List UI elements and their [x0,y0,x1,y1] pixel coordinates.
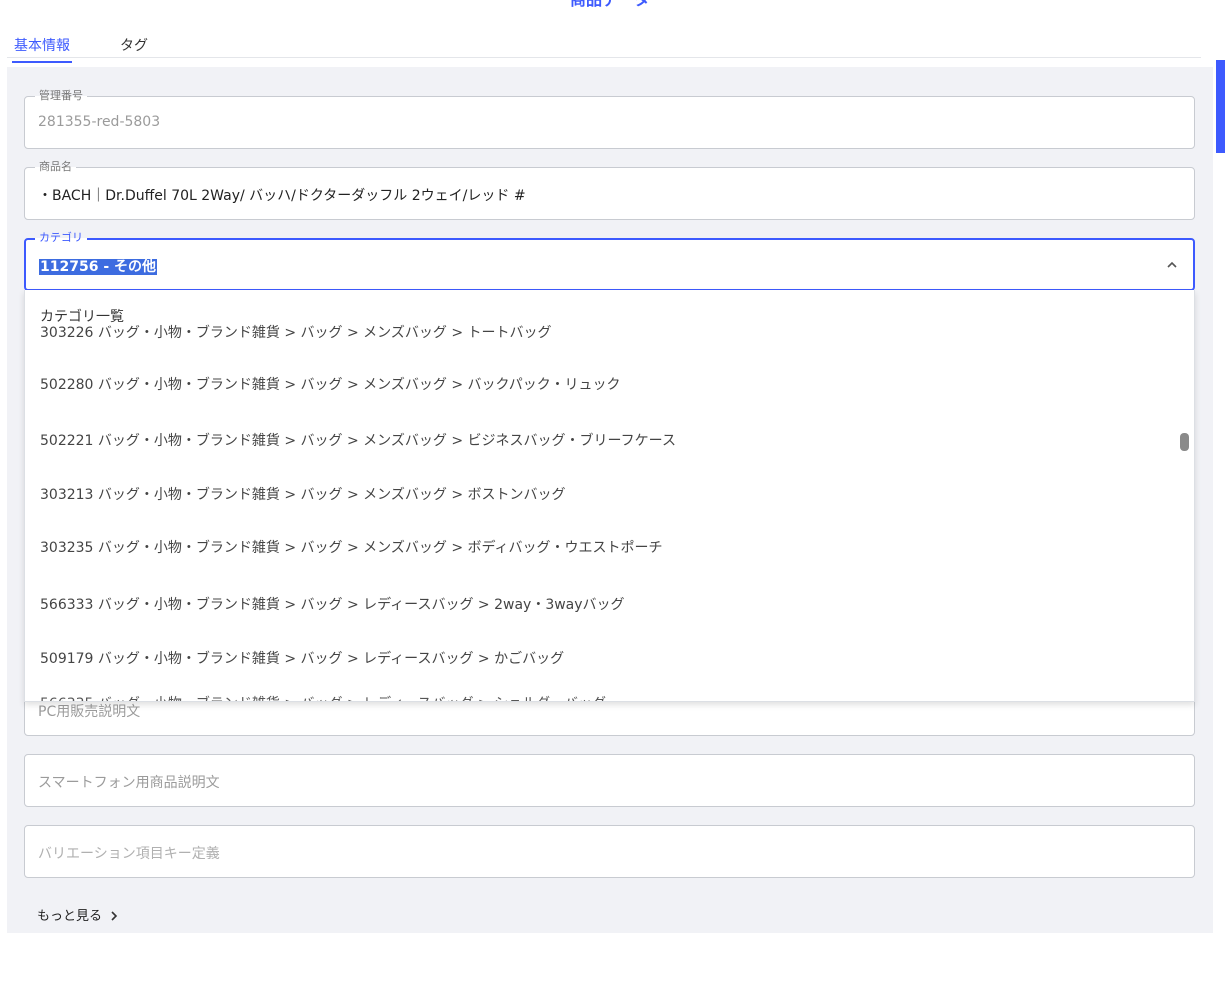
chevron-up-icon[interactable] [1167,260,1177,270]
category-label: カテゴリ [35,231,87,245]
chevron-right-icon [111,911,118,921]
category-option[interactable]: 502280 バッグ・小物・ブランド雑貨 > バッグ > メンズバッグ > バッ… [40,374,621,394]
category-dropdown[interactable]: カテゴリ一覧 303226 バッグ・小物・ブランド雑貨 > バッグ > メンズバ… [24,290,1195,702]
category-option[interactable]: 303226 バッグ・小物・ブランド雑貨 > バッグ > メンズバッグ > トー… [40,322,552,342]
category-select[interactable]: カテゴリ 112756 - その他 [24,231,1195,291]
category-option[interactable]: 303235 バッグ・小物・ブランド雑貨 > バッグ > メンズバッグ > ボデ… [40,537,663,557]
product-name-field[interactable]: 商品名 ・BACH｜Dr.Duffel 70L 2Way/ バッハ/ドクターダッ… [24,160,1195,220]
tab-bar: 基本情報 タグ [7,30,1201,63]
management-number-field[interactable]: 管理番号 281355-red-5803 [24,89,1195,149]
product-name-value: ・BACH｜Dr.Duffel 70L 2Way/ バッハ/ドクターダッフル 2… [38,188,526,204]
tab-basic-info[interactable]: 基本情報 [12,35,72,63]
pc-description-placeholder: PC用販売説明文 [38,704,141,720]
smartphone-description-placeholder: スマートフォン用商品説明文 [38,775,220,791]
more-link-label: もっと見る [37,909,103,924]
category-option[interactable]: 566333 バッグ・小物・ブランド雑貨 > バッグ > レディースバッグ > … [40,594,625,614]
category-option[interactable]: 303213 バッグ・小物・ブランド雑貨 > バッグ > メンズバッグ > ボス… [40,484,566,504]
dropdown-scrollbar-thumb[interactable] [1180,433,1189,451]
management-number-label: 管理番号 [35,89,87,103]
product-name-label: 商品名 [35,160,76,174]
management-number-value: 281355-red-5803 [38,114,161,130]
variation-key-field[interactable]: バリエーション項目キー定義 [24,825,1195,878]
category-value: 112756 - その他 [39,256,158,276]
smartphone-description-field[interactable]: スマートフォン用商品説明文 [24,754,1195,807]
tab-tags[interactable]: タグ [120,35,148,61]
category-selected-text: 112756 - その他 [39,259,158,275]
page-title: 商品データ [570,0,650,10]
page-scrollbar[interactable] [1216,60,1225,153]
category-option-partial[interactable]: 566335 バッグ・小物・ブランド雑貨 > バッグ > レディースバッグ > … [40,693,606,701]
more-link[interactable]: もっと見る [37,905,119,924]
category-option[interactable]: 509179 バッグ・小物・ブランド雑貨 > バッグ > レディースバッグ > … [40,648,564,668]
category-option[interactable]: 502221 バッグ・小物・ブランド雑貨 > バッグ > メンズバッグ > ビジ… [40,430,676,450]
variation-key-placeholder: バリエーション項目キー定義 [38,846,220,862]
